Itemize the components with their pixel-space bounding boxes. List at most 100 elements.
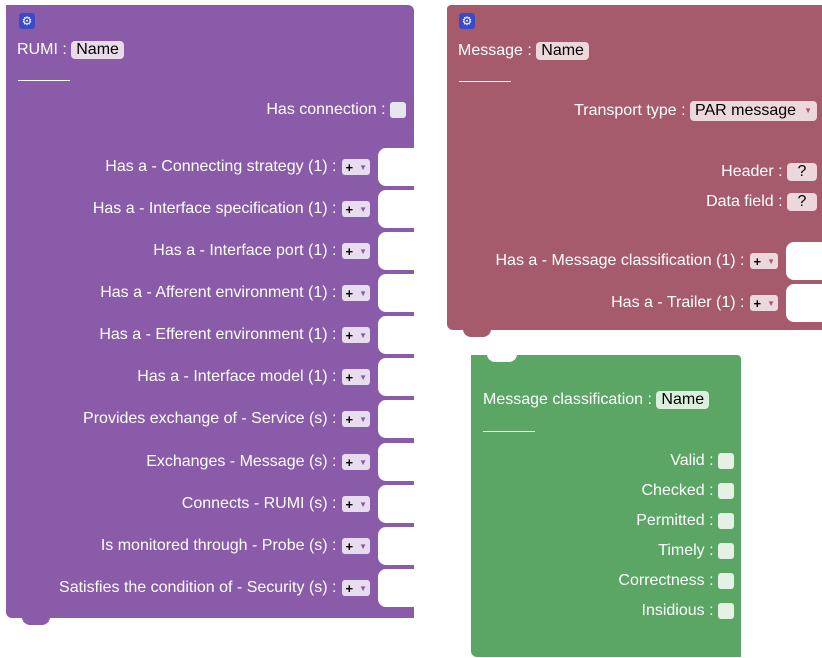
input-socket[interactable]	[786, 242, 822, 280]
plus-icon: +	[345, 243, 354, 259]
mutator-dropdown[interactable]: + ▼	[342, 538, 370, 554]
check-row-permitted: Permitted :	[636, 511, 734, 531]
input-socket[interactable]	[378, 316, 414, 354]
mutator-dropdown[interactable]: + ▼	[342, 411, 370, 427]
check-label: Timely :	[658, 542, 714, 559]
plus-icon: +	[345, 496, 354, 512]
message-block[interactable]: ⚙ Message : Name Transport type : PAR me…	[447, 5, 822, 337]
transport-type-row: Transport type : PAR message ▼	[574, 101, 817, 121]
row-label: Connects - RUMI (s) :	[181, 495, 337, 512]
divider	[459, 81, 511, 82]
check-row-correctness: Correctness :	[618, 571, 734, 591]
mutator-dropdown[interactable]: + ▼	[342, 454, 370, 470]
header-row: Header : ?	[721, 162, 817, 182]
row-label: Has a - Afferent environment (1) :	[100, 284, 337, 301]
header-input[interactable]: ?	[787, 163, 817, 181]
rumi-row-9: Connects - RUMI (s) : + ▼	[181, 485, 414, 523]
input-socket[interactable]	[378, 569, 414, 607]
timely-checkbox[interactable]	[718, 542, 734, 559]
row-label: Has a - Interface specification (1) :	[92, 200, 337, 217]
plus-icon: +	[345, 327, 354, 343]
input-socket[interactable]	[786, 284, 822, 322]
check-label: Insidious :	[641, 602, 714, 619]
rumi-row-5: Has a - Efferent environment (1) : + ▼	[99, 316, 414, 354]
has-connection-label: Has connection :	[266, 101, 386, 118]
input-socket[interactable]	[378, 358, 414, 396]
classification-name-field[interactable]: Name	[656, 390, 710, 409]
check-row-valid: Valid :	[670, 451, 734, 471]
rumi-row-4: Has a - Afferent environment (1) : + ▼	[100, 274, 414, 312]
row-label: Is monitored through - Probe (s) :	[100, 537, 337, 554]
block-notch	[487, 354, 517, 362]
rumi-header: RUMI : Name	[17, 40, 124, 60]
input-socket[interactable]	[378, 400, 414, 438]
message-classification-block[interactable]: Message classification : Name Valid : Ch…	[471, 354, 741, 657]
permitted-checkbox[interactable]	[718, 512, 734, 529]
row-label: Exchanges - Message (s) :	[146, 453, 337, 470]
check-row-checked: Checked :	[641, 481, 734, 501]
input-socket[interactable]	[378, 232, 414, 270]
classification-title: Message classification :	[483, 391, 652, 408]
row-label: Has a - Interface model (1) :	[137, 368, 337, 385]
gear-icon[interactable]: ⚙	[459, 13, 475, 29]
divider	[483, 431, 535, 432]
check-row-timely: Timely :	[658, 541, 734, 561]
chevron-down-icon: ▼	[359, 204, 367, 214]
header-label: Header :	[721, 163, 783, 180]
row-label: Has a - Message classification (1) :	[495, 252, 745, 269]
has-connection-checkbox[interactable]	[390, 101, 406, 118]
mutator-dropdown[interactable]: + ▼	[342, 496, 370, 512]
plus-icon: +	[345, 159, 354, 175]
data-field-input[interactable]: ?	[787, 193, 817, 211]
rumi-block[interactable]: ⚙ RUMI : Name Has connection : Has a - C…	[6, 5, 414, 625]
rumi-row-2: Has a - Interface specification (1) : + ▼	[92, 190, 414, 228]
insidious-checkbox[interactable]	[718, 602, 734, 619]
message-row-2: Has a - Trailer (1) : + ▼	[611, 284, 822, 322]
mutator-dropdown[interactable]: + ▼	[342, 285, 370, 301]
message-title: Message :	[458, 42, 532, 59]
input-socket[interactable]	[378, 148, 414, 186]
message-name-field[interactable]: Name	[536, 41, 589, 60]
classification-header: Message classification : Name	[483, 390, 710, 410]
data-field-label: Data field :	[706, 193, 783, 210]
rumi-row-11: Satisfies the condition of - Security (s…	[59, 569, 414, 607]
chevron-down-icon: ▼	[767, 256, 775, 266]
input-socket[interactable]	[378, 190, 414, 228]
message-row-1: Has a - Message classification (1) : + ▼	[495, 242, 822, 280]
checked-checkbox[interactable]	[718, 482, 734, 499]
mutator-dropdown[interactable]: + ▼	[342, 369, 370, 385]
rumi-row-10: Is monitored through - Probe (s) : + ▼	[100, 527, 414, 565]
mutator-dropdown[interactable]: + ▼	[342, 159, 370, 175]
input-socket[interactable]	[378, 274, 414, 312]
gear-icon[interactable]: ⚙	[19, 13, 35, 29]
mutator-dropdown[interactable]: + ▼	[750, 253, 778, 269]
plus-icon: +	[345, 538, 354, 554]
chevron-down-icon: ▼	[359, 457, 367, 467]
correctness-checkbox[interactable]	[718, 572, 734, 589]
row-label: Has a - Connecting strategy (1) :	[105, 158, 337, 175]
input-socket[interactable]	[378, 485, 414, 523]
check-row-insidious: Insidious :	[641, 601, 734, 621]
plus-icon: +	[345, 201, 354, 217]
input-socket[interactable]	[378, 443, 414, 481]
rumi-row-6: Has a - Interface model (1) : + ▼	[137, 358, 414, 396]
plus-icon: +	[345, 411, 354, 427]
chevron-down-icon: ▼	[359, 583, 367, 593]
chevron-down-icon: ▼	[359, 330, 367, 340]
mutator-dropdown[interactable]: + ▼	[750, 295, 778, 311]
check-label: Checked :	[641, 482, 714, 499]
rumi-name-field[interactable]: Name	[71, 40, 124, 59]
rumi-title: RUMI :	[17, 41, 67, 58]
mutator-dropdown[interactable]: + ▼	[342, 327, 370, 343]
check-label: Valid :	[670, 452, 714, 469]
block-connector	[22, 617, 50, 625]
valid-checkbox[interactable]	[718, 452, 734, 469]
mutator-dropdown[interactable]: + ▼	[342, 201, 370, 217]
rumi-row-1: Has a - Connecting strategy (1) : + ▼	[105, 148, 414, 186]
plus-icon: +	[345, 285, 354, 301]
input-socket[interactable]	[378, 527, 414, 565]
mutator-dropdown[interactable]: + ▼	[342, 243, 370, 259]
mutator-dropdown[interactable]: + ▼	[342, 580, 370, 596]
transport-type-dropdown[interactable]: PAR message ▼	[690, 101, 817, 121]
chevron-down-icon: ▼	[359, 372, 367, 382]
